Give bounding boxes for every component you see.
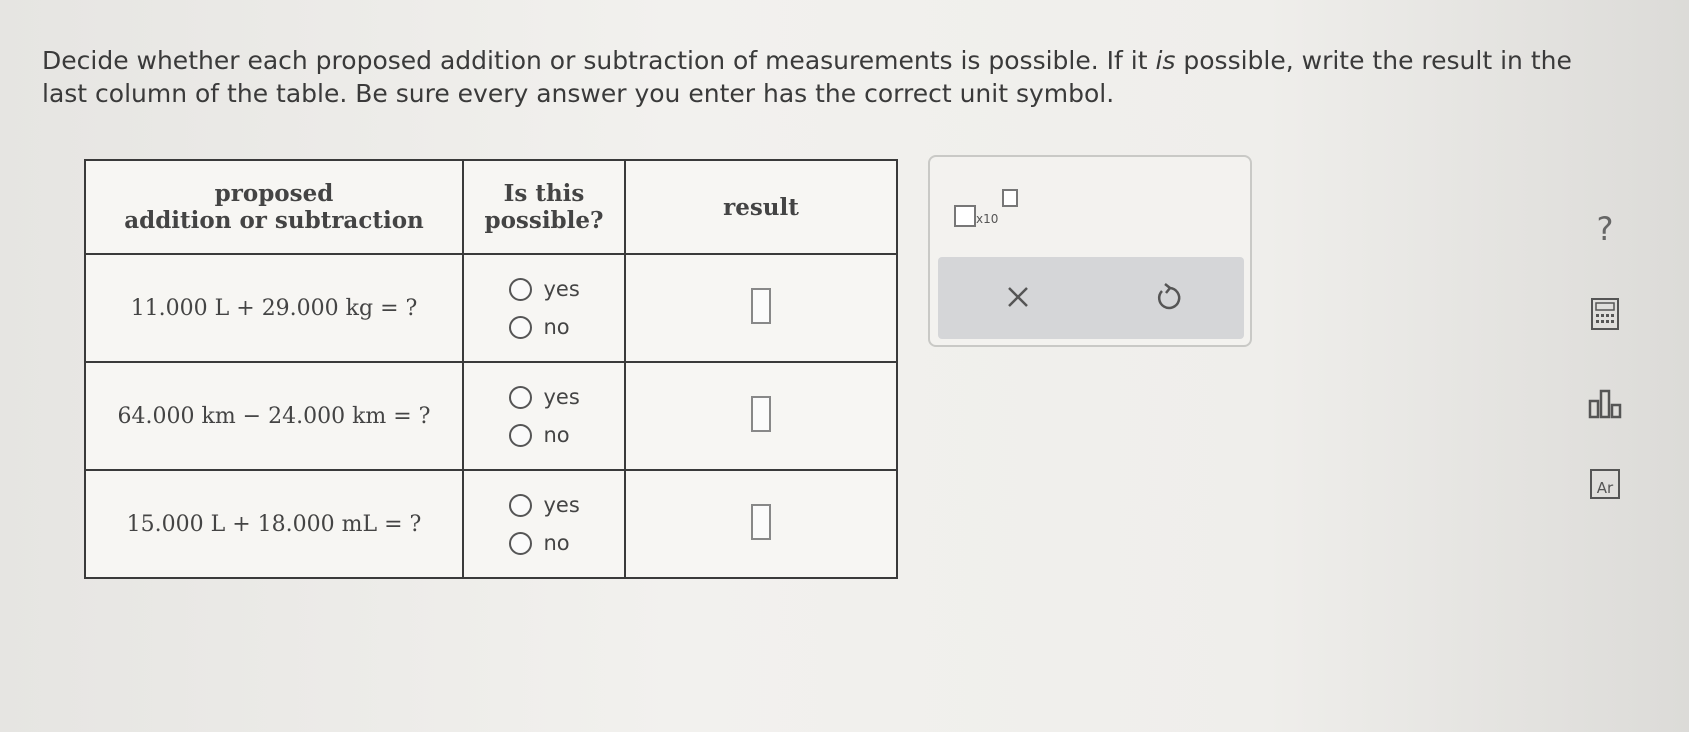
periodic-table-symbol: Ar: [1597, 479, 1614, 497]
exponent-box-icon: [1002, 189, 1018, 207]
scientific-notation-button[interactable]: x10: [954, 187, 1024, 227]
header-possible: Is this possible?: [462, 159, 626, 255]
result-cell: [624, 253, 898, 363]
expression-text: 11.000 L + 29.000 kg = ?: [130, 295, 418, 321]
result-cell: [624, 361, 898, 471]
yes-radio-button[interactable]: [508, 493, 532, 517]
no-radio-option[interactable]: no: [464, 524, 624, 562]
no-radio-button[interactable]: [508, 315, 532, 339]
expression-cell: 64.000 km − 24.000 km = ?: [84, 361, 464, 471]
header-proposed: proposed addition or subtraction: [84, 159, 464, 255]
yes-label: yes: [543, 493, 580, 517]
expression-cell: 15.000 L + 18.000 mL = ?: [84, 469, 464, 579]
no-radio-option[interactable]: no: [464, 416, 624, 454]
calculator-icon[interactable]: [1586, 295, 1624, 333]
table-row: 11.000 L + 29.000 kg = ? yes no: [84, 253, 898, 363]
expression-text: 64.000 km − 24.000 km = ?: [117, 403, 431, 429]
clear-button[interactable]: [998, 277, 1038, 317]
toolbox-action-bar: [938, 257, 1244, 339]
header-result: result: [624, 159, 898, 255]
yes-radio-option[interactable]: yes: [464, 270, 624, 308]
periodic-table-icon[interactable]: Ar: [1586, 465, 1624, 503]
result-input[interactable]: [751, 288, 771, 324]
yes-radio-option[interactable]: yes: [464, 378, 624, 416]
undo-icon: [1157, 283, 1181, 310]
table-row: 15.000 L + 18.000 mL = ? yes no: [84, 469, 898, 579]
yes-radio-button[interactable]: [508, 277, 532, 301]
undo-button[interactable]: [1148, 277, 1188, 317]
yes-label: yes: [543, 385, 580, 409]
bar-chart-icon[interactable]: [1586, 385, 1624, 423]
result-input[interactable]: [751, 504, 771, 540]
possible-cell: yes no: [462, 469, 626, 579]
mantissa-box-icon: [954, 205, 976, 227]
no-label: no: [543, 423, 570, 447]
yes-radio-option[interactable]: yes: [464, 486, 624, 524]
times-ten-label: x10: [976, 212, 999, 226]
measurements-table: proposed addition or subtraction Is this…: [84, 159, 898, 579]
table-row: 64.000 km − 24.000 km = ? yes no: [84, 361, 898, 471]
possible-cell: yes no: [462, 253, 626, 363]
expression-cell: 11.000 L + 29.000 kg = ?: [84, 253, 464, 363]
expression-text: 15.000 L + 18.000 mL = ?: [126, 511, 422, 537]
no-label: no: [543, 531, 570, 555]
possible-cell: yes no: [462, 361, 626, 471]
instructions-text: Decide whether each proposed addition or…: [42, 46, 1572, 108]
yes-label: yes: [543, 277, 580, 301]
no-radio-button[interactable]: [508, 531, 532, 555]
no-radio-option[interactable]: no: [464, 308, 624, 346]
table-header-row: proposed addition or subtraction Is this…: [84, 159, 898, 255]
result-cell: [624, 469, 898, 579]
answer-toolbox: x10: [928, 155, 1252, 347]
close-icon: [1008, 287, 1028, 307]
no-label: no: [543, 315, 570, 339]
help-icon[interactable]: ?: [1586, 210, 1624, 248]
yes-radio-button[interactable]: [508, 385, 532, 409]
no-radio-button[interactable]: [508, 423, 532, 447]
result-input[interactable]: [751, 396, 771, 432]
